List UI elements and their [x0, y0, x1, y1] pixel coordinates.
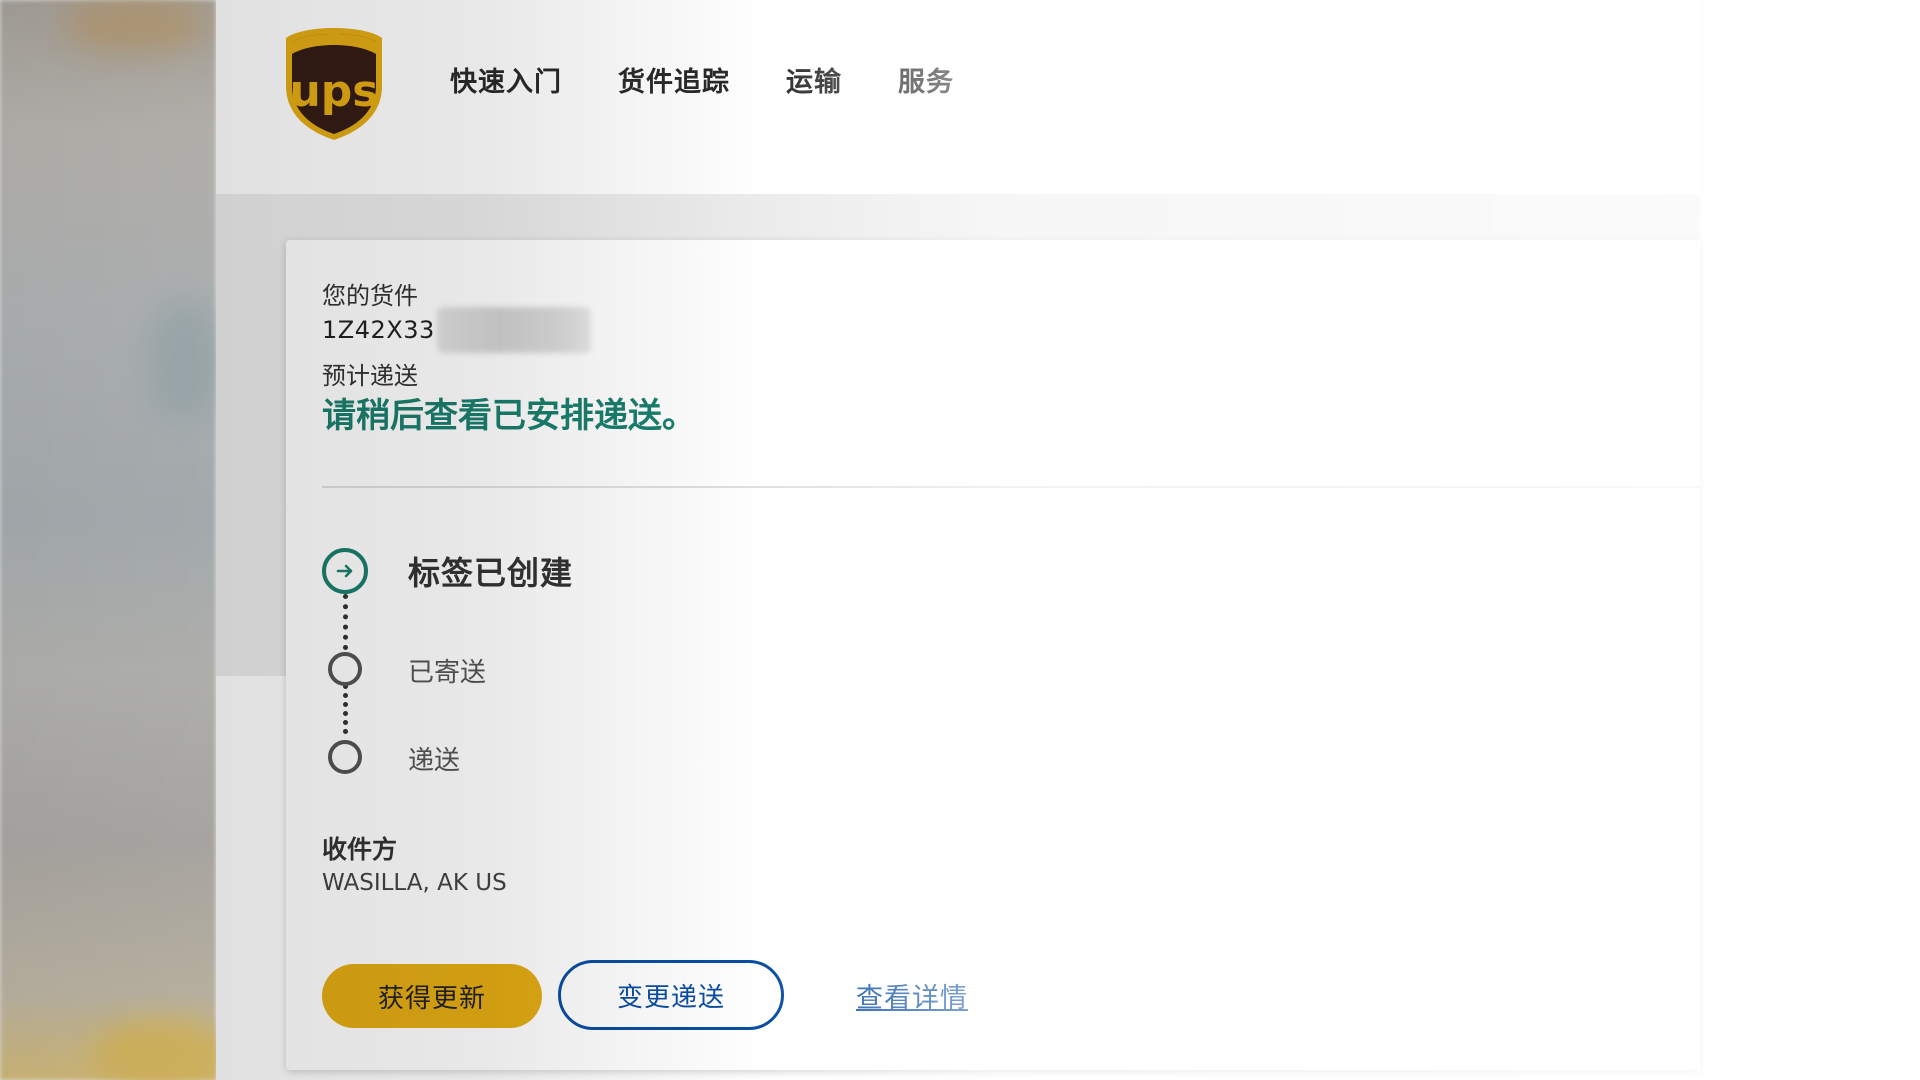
svg-text:ups: ups	[289, 66, 378, 117]
main-nav: 快速入门 货件追踪 运输 服务	[450, 60, 1010, 99]
tracking-number-redacted	[436, 307, 591, 353]
screen: ups 快速入门 货件追踪 运输 服务 您的货件 1Z42X33 预计递送 请稍…	[0, 0, 1920, 1080]
step-label-shipped: 已寄送	[408, 658, 487, 688]
divider	[322, 486, 1700, 488]
step-current-icon	[322, 548, 368, 594]
step-connector	[343, 594, 348, 650]
view-details-link[interactable]: 查看详情	[856, 976, 968, 1015]
step-pending-icon	[328, 652, 362, 686]
tracking-number: 1Z42X33	[322, 316, 435, 344]
change-delivery-button[interactable]: 变更递送	[558, 960, 784, 1030]
blurred-background-right	[1700, 0, 1920, 1080]
estimated-delivery-value: 请稍后查看已安排递送。	[322, 396, 696, 436]
estimated-delivery-label: 预计递送	[322, 362, 418, 390]
recipient-location: WASILLA, AK US	[322, 870, 507, 896]
progress-steps: 标签已创建 已寄送 递送	[322, 548, 922, 788]
arrow-right-icon	[336, 564, 353, 578]
ups-logo[interactable]: ups	[282, 24, 386, 144]
nav-tracking[interactable]: 货件追踪	[618, 60, 730, 99]
nav-quick-start[interactable]: 快速入门	[450, 60, 562, 99]
nav-shipping[interactable]: 运输	[786, 60, 842, 99]
step-connector	[343, 684, 348, 734]
recipient-label: 收件方	[322, 835, 398, 864]
tracking-page: ups 快速入门 货件追踪 运输 服务 您的货件 1Z42X33 预计递送 请稍…	[216, 0, 1700, 1080]
step-label-created: 标签已创建	[408, 554, 574, 592]
ups-shield-icon: ups	[286, 28, 382, 140]
step-pending-icon	[328, 740, 362, 774]
get-updates-button[interactable]: 获得更新	[322, 964, 542, 1028]
shipment-label: 您的货件	[322, 282, 418, 310]
nav-services[interactable]: 服务	[898, 60, 954, 99]
blurred-background-left	[0, 0, 230, 1080]
tracking-number-row: 1Z42X33	[322, 307, 591, 353]
step-label-delivery: 递送	[408, 746, 461, 776]
shipment-card: 您的货件 1Z42X33 预计递送 请稍后查看已安排递送。 标签已创建 已寄送	[286, 240, 1700, 1070]
site-header: ups 快速入门 货件追踪 运输 服务	[216, 0, 1700, 194]
